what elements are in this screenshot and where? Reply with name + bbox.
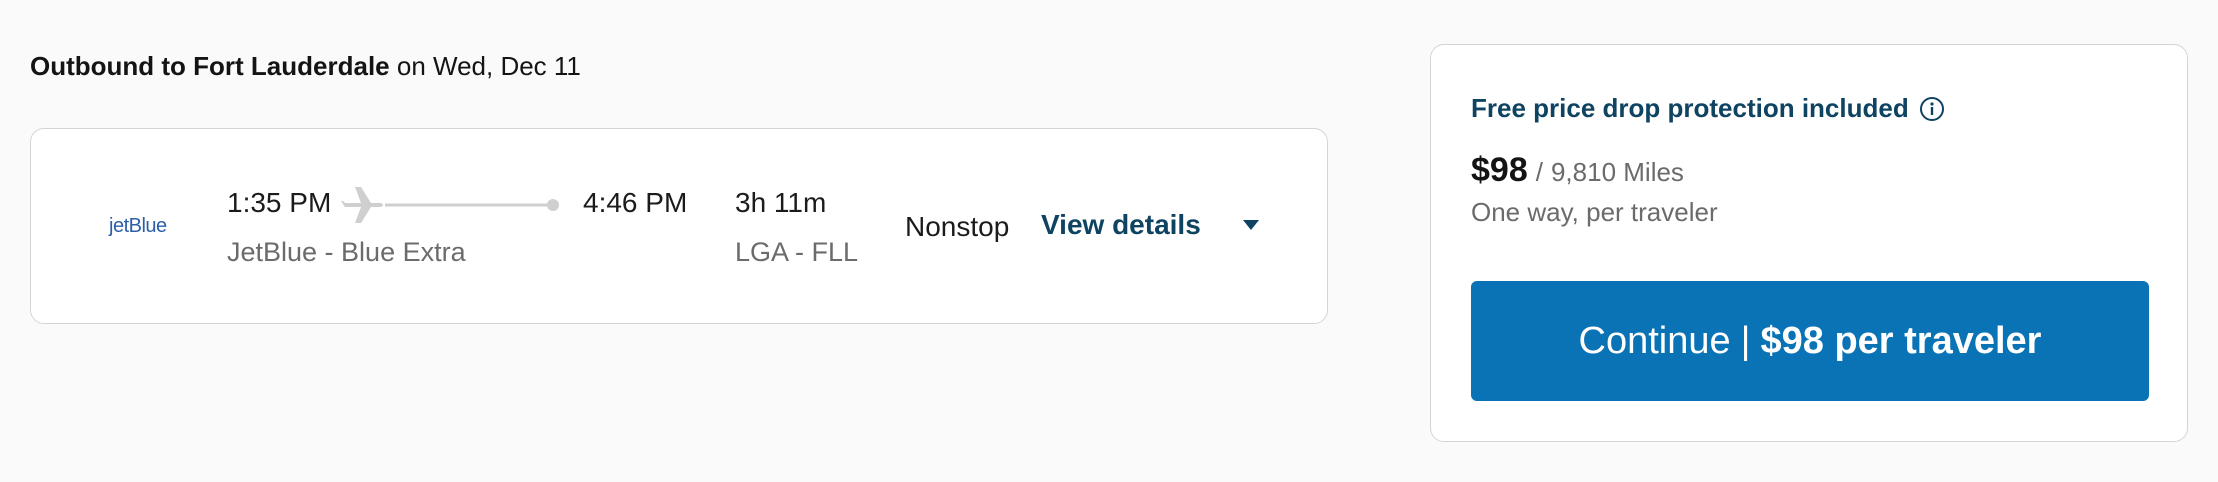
heading-date: on Wed, Dec 11 (389, 51, 581, 81)
price-separator: / (1535, 157, 1543, 187)
price-amount: $98 (1471, 151, 1528, 189)
continue-price: $98 per traveler (1760, 319, 2042, 362)
route-line (341, 187, 559, 223)
price-miles: 9,810 Miles (1550, 157, 1684, 187)
flight-card[interactable]: jetBlue 1:35 PM 4:46 PM JetBlue - Blue E… (30, 128, 1328, 324)
continue-label: Continue (1578, 319, 1731, 362)
fare-class: JetBlue - Blue Extra (227, 237, 466, 267)
page-title: Outbound to Fort Lauderdale on Wed, Dec … (30, 48, 581, 84)
stops-label: Nonstop (905, 211, 1010, 242)
departure-time: 1:35 PM (227, 187, 332, 218)
continue-button[interactable]: Continue | $98 per traveler (1471, 281, 2149, 401)
price-per-traveler: One way, per traveler (1471, 197, 1718, 227)
flight-duration: 3h 11m (735, 187, 827, 218)
plane-icon (341, 187, 383, 223)
continue-separator: | (1740, 319, 1751, 362)
price-protection-label: Free price drop protection included (1471, 93, 1909, 123)
arrival-time: 4:46 PM (583, 187, 688, 218)
view-details-label: View details (1041, 209, 1201, 240)
airport-codes: LGA - FLL (735, 237, 859, 267)
price-summary-card: Free price drop protection included $98/… (1430, 44, 2188, 442)
price-protection-note: Free price drop protection included (1471, 93, 1945, 124)
view-details-button[interactable]: View details (1041, 209, 1259, 241)
price-line: $98/9,810 Miles (1471, 151, 1684, 190)
info-icon[interactable] (1919, 96, 1945, 122)
heading-destination: Outbound to Fort Lauderdale (30, 51, 390, 81)
airline-logo: jetBlue (109, 215, 167, 237)
chevron-down-icon (1242, 220, 1259, 230)
